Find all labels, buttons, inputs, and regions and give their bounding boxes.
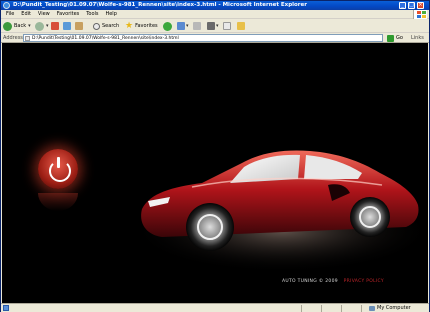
- status-separator: [361, 305, 362, 312]
- car-image: [132, 150, 428, 273]
- power-reflection: [38, 193, 78, 211]
- status-separator: [301, 305, 302, 312]
- search-label: Search: [102, 23, 120, 29]
- forward-button[interactable]: ▾: [35, 21, 49, 31]
- edit-button[interactable]: ▾: [207, 21, 219, 31]
- maximize-button[interactable]: □: [408, 2, 415, 9]
- edit-dropdown-icon[interactable]: ▾: [216, 23, 219, 29]
- back-icon: [3, 21, 12, 31]
- refresh-button[interactable]: [63, 21, 71, 31]
- folder-icon: [237, 22, 245, 30]
- print-icon: [193, 22, 201, 30]
- discuss-button[interactable]: [223, 21, 231, 31]
- mail-button[interactable]: ▾: [177, 21, 189, 31]
- title-bar: D:\Pundit_Testing\01.09.07\Wolfe-s-981_R…: [1, 1, 429, 10]
- forward-icon: [35, 21, 44, 31]
- media-button[interactable]: [163, 21, 174, 31]
- go-icon: [387, 34, 394, 42]
- home-icon: [75, 22, 83, 30]
- standard-toolbar: Back ▾ ▾ Search ★ Favorites ▾ ▾: [1, 19, 429, 33]
- page-done-icon: [3, 305, 9, 311]
- mail-icon: [177, 22, 185, 30]
- page-content: AUTO TUNING © 2009 PRIVACY POLICY: [2, 43, 428, 303]
- menu-bar: File Edit View Favorites Tools Help: [1, 10, 429, 19]
- menu-favorites[interactable]: Favorites: [57, 11, 80, 17]
- home-button[interactable]: [75, 21, 83, 31]
- address-input[interactable]: D:\Pundit\Testing\01.09.07\Wolfe-s-981_R…: [23, 34, 383, 42]
- forward-dropdown-icon[interactable]: ▾: [46, 23, 49, 29]
- zone-label: My Computer: [377, 305, 411, 311]
- privacy-policy-link[interactable]: PRIVACY POLICY: [344, 279, 384, 284]
- menu-tools[interactable]: Tools: [86, 11, 98, 17]
- browser-window: D:\Pundit_Testing\01.09.07\Wolfe-s-981_R…: [0, 0, 430, 312]
- go-label: Go: [396, 35, 403, 41]
- address-value: D:\Pundit\Testing\01.09.07\Wolfe-s-981_R…: [32, 36, 179, 41]
- status-bar: My Computer: [1, 303, 429, 312]
- back-button[interactable]: Back ▾: [3, 21, 31, 31]
- discuss-icon: [223, 22, 231, 30]
- edit-icon: [207, 22, 215, 30]
- favorites-icon: ★: [125, 21, 134, 31]
- links-button[interactable]: Links: [411, 35, 424, 41]
- copyright-text: AUTO TUNING © 2009: [282, 279, 338, 284]
- computer-icon: [369, 305, 375, 311]
- address-label: Address: [3, 35, 23, 41]
- ie-logo-icon: [3, 2, 10, 9]
- menu-edit[interactable]: Edit: [21, 11, 31, 17]
- favorites-label: Favorites: [135, 23, 158, 29]
- security-zone: My Computer: [369, 305, 411, 311]
- search-icon: [93, 22, 100, 30]
- menu-view[interactable]: View: [38, 11, 50, 17]
- menu-file[interactable]: File: [6, 11, 14, 17]
- address-bar: Address D:\Pundit\Testing\01.09.07\Wolfe…: [1, 33, 429, 43]
- close-button[interactable]: ×: [417, 2, 424, 9]
- back-label: Back: [14, 23, 27, 29]
- search-button[interactable]: Search: [93, 21, 119, 31]
- media-icon: [163, 21, 172, 31]
- menu-help[interactable]: Help: [105, 11, 116, 17]
- window-title: D:\Pundit_Testing\01.09.07\Wolfe-s-981_R…: [13, 2, 307, 8]
- footer-brand: AUTO TUNING © 2009 PRIVACY POLICY: [282, 279, 384, 284]
- mail-dropdown-icon[interactable]: ▾: [186, 23, 189, 29]
- power-icon[interactable]: [38, 149, 78, 189]
- windows-flag-icon: [413, 10, 427, 19]
- refresh-icon: [63, 22, 71, 30]
- folder-button[interactable]: [237, 21, 245, 31]
- back-dropdown-icon[interactable]: ▾: [28, 23, 31, 29]
- go-button[interactable]: Go: [387, 34, 403, 42]
- stop-icon: [51, 22, 59, 30]
- stop-button[interactable]: [51, 21, 59, 31]
- status-separator: [341, 305, 342, 312]
- status-separator: [321, 305, 322, 312]
- minimize-button[interactable]: _: [399, 2, 406, 9]
- favorites-button[interactable]: ★ Favorites: [125, 21, 158, 31]
- page-icon: [25, 36, 30, 41]
- print-button[interactable]: [193, 21, 201, 31]
